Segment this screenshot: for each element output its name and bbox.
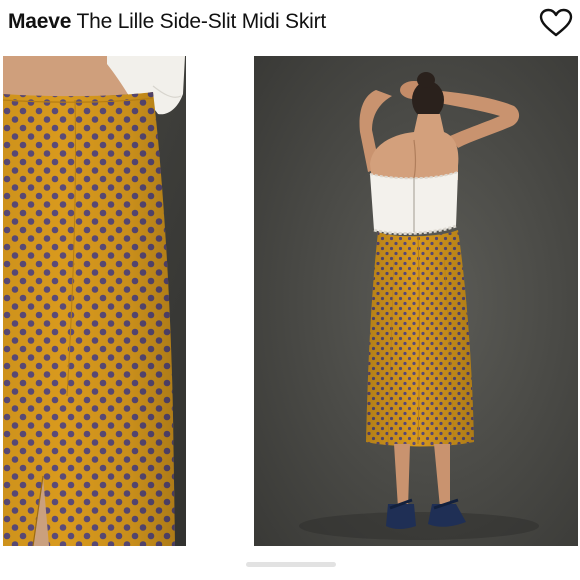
brand-name: Maeve bbox=[8, 10, 72, 33]
heart-outline-icon bbox=[539, 8, 573, 37]
product-image-closeup[interactable] bbox=[3, 56, 186, 546]
product-title: Maeve The Lille Side-Slit Midi Skirt bbox=[8, 9, 326, 35]
product-image-gallery[interactable] bbox=[0, 56, 580, 546]
product-image-model[interactable] bbox=[254, 56, 578, 546]
product-name: The Lille Side-Slit Midi Skirt bbox=[71, 10, 327, 33]
product-header: Maeve The Lille Side-Slit Midi Skirt bbox=[0, 0, 580, 46]
skirt-closeup-photo bbox=[3, 56, 186, 546]
scroll-indicator[interactable] bbox=[246, 562, 336, 567]
model-back-view-photo bbox=[254, 56, 578, 546]
favorite-button[interactable] bbox=[538, 7, 574, 39]
